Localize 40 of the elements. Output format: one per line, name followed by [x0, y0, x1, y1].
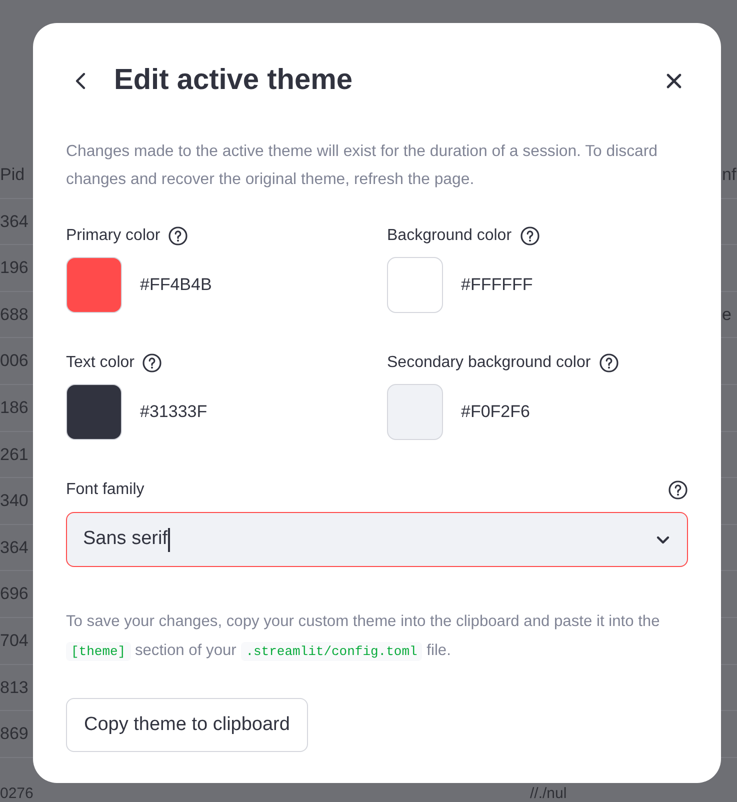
table-cell: //./nul — [530, 786, 567, 801]
field-label: Primary color — [66, 226, 160, 246]
table-cell-text: 261 — [0, 444, 28, 466]
table-cell-text: 364 — [0, 210, 28, 233]
table-cell-text: 186 — [0, 397, 28, 420]
color-value: #FF4B4B — [140, 274, 212, 296]
table-cell-text: 340 — [0, 490, 28, 512]
dialog-title: Edit active theme — [114, 63, 353, 98]
help-icon[interactable] — [520, 226, 540, 246]
font-select[interactable]: Sans serif — [66, 512, 688, 567]
help-icon[interactable] — [598, 353, 619, 373]
table-cell-text: 813 — [0, 676, 28, 699]
color-swatch[interactable] — [387, 257, 443, 313]
description-text: Changes made to the active theme will exist for the duration of a session. To discard changes and recover the original theme, refresh the page. — [66, 142, 659, 190]
table-cell: 0276 — [0, 786, 34, 801]
table-cell-text: e — [722, 304, 732, 326]
copy-theme-button[interactable]: Copy theme to clipboard — [66, 698, 308, 752]
color-swatch[interactable] — [387, 384, 443, 440]
field-label: Background color — [387, 226, 512, 246]
table-cell-text: Pid — [0, 164, 25, 186]
help-icon[interactable] — [168, 226, 188, 246]
color-value: #FFFFFF — [461, 274, 533, 296]
table-cell-text: 696 — [0, 583, 28, 606]
instructions-text: To save your changes, copy your custom theme into the clipboard and paste it into the [theme] section of your .streamlit/config.toml file. — [66, 612, 661, 663]
field-label: Text color — [66, 353, 134, 373]
field-label: Secondary background color — [387, 353, 591, 373]
table-cell-text: 364 — [0, 536, 28, 559]
table-cell-text: 704 — [0, 630, 28, 652]
help-icon[interactable] — [668, 480, 688, 500]
table-cell-text: 688 — [0, 304, 28, 326]
table-cell-text: nf — [722, 164, 736, 186]
field-label: Font family — [66, 480, 144, 500]
table-cell-text: 196 — [0, 257, 28, 280]
color-swatch[interactable] — [66, 384, 122, 440]
color-swatch[interactable] — [66, 257, 122, 313]
color-value: #F0F2F6 — [461, 401, 530, 424]
table-cell-text: 869 — [0, 723, 28, 746]
help-icon[interactable] — [142, 353, 162, 373]
color-value: #31333F — [140, 401, 208, 424]
table-cell-text: 006 — [0, 350, 28, 372]
